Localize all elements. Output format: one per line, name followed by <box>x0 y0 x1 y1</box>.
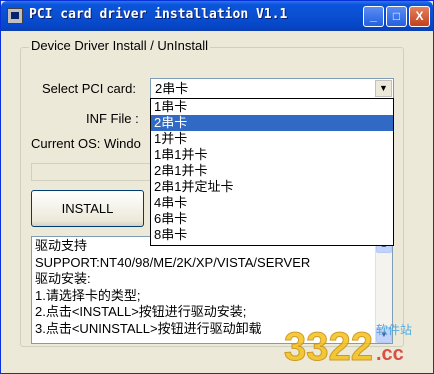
chevron-down-icon[interactable]: ▼ <box>375 80 392 97</box>
info-line: SUPPORT:NT40/98/ME/2K/XP/VISTA/SERVER <box>35 254 311 270</box>
dropdown-option[interactable]: 4串卡 <box>151 195 393 211</box>
info-line: 驱动安装: <box>35 271 91 286</box>
app-icon <box>7 8 23 24</box>
dropdown-option[interactable]: 1并卡 <box>151 131 393 147</box>
pci-card-select-value: 2串卡 <box>153 81 191 96</box>
current-os-label: Current OS: Windo <box>31 136 141 151</box>
window-title: PCI card driver installation V1.1 <box>29 7 288 22</box>
watermark-site: 软件站 <box>376 323 412 337</box>
watermark-number: 3322 <box>284 325 373 368</box>
pci-card-select[interactable]: 2串卡 ▼ <box>150 78 394 99</box>
site-watermark-logo: 3322 软件站 .cc <box>284 323 413 368</box>
maximize-icon: □ <box>392 9 401 23</box>
close-button[interactable]: X <box>409 6 430 27</box>
install-progress-bar <box>31 163 153 181</box>
group-legend: Device Driver Install / UnInstall <box>29 38 210 53</box>
dropdown-option[interactable]: 1串卡 <box>151 99 393 115</box>
dropdown-option[interactable]: 6串卡 <box>151 211 393 227</box>
inf-file-label: INF File : <box>86 111 139 126</box>
minimize-icon: _ <box>370 9 377 23</box>
minimize-button[interactable]: _ <box>363 6 384 27</box>
dropdown-option[interactable]: 1串1并卡 <box>151 147 393 163</box>
pci-card-dropdown-list[interactable]: 1串卡 2串卡 1并卡 1串1并卡 2串1并卡 2串1并定址卡 4串卡 6串卡 … <box>150 98 394 246</box>
watermark-domain: .cc <box>376 343 404 365</box>
info-line: 1.请选择卡的类型; <box>35 287 141 303</box>
install-button[interactable]: INSTALL <box>31 190 144 227</box>
dropdown-option[interactable]: 2串1并定址卡 <box>151 179 393 195</box>
select-pci-card-label: Select PCI card: <box>42 81 136 96</box>
dropdown-option-selected[interactable]: 2串卡 <box>151 115 393 131</box>
dropdown-option[interactable]: 2串1并卡 <box>151 163 393 179</box>
dropdown-option[interactable]: 8串卡 <box>151 227 393 243</box>
maximize-button[interactable]: □ <box>386 6 407 27</box>
title-bar[interactable]: PCI card driver installation V1.1 _ □ X <box>1 1 433 31</box>
close-icon: X <box>415 9 424 23</box>
